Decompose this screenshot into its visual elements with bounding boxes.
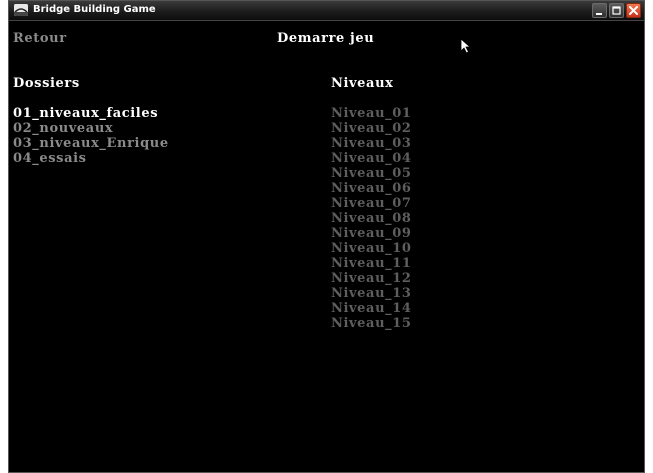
level-item[interactable]: Niveau_14 — [331, 301, 412, 316]
minimize-icon — [596, 13, 602, 15]
maximize-button[interactable] — [609, 3, 624, 18]
back-button[interactable]: Retour — [13, 31, 67, 46]
level-item[interactable]: Niveau_02 — [331, 121, 412, 136]
minimize-button[interactable] — [592, 3, 607, 18]
mouse-pointer-icon — [460, 38, 472, 54]
level-item[interactable]: Niveau_11 — [331, 256, 412, 271]
level-item[interactable]: Niveau_10 — [331, 241, 412, 256]
level-item[interactable]: Niveau_08 — [331, 211, 412, 226]
level-list: Niveau_01 Niveau_02 Niveau_03 Niveau_04 … — [331, 106, 412, 331]
folder-item[interactable]: 04_essais — [13, 151, 169, 166]
level-item[interactable]: Niveau_04 — [331, 151, 412, 166]
level-item[interactable]: Niveau_03 — [331, 136, 412, 151]
close-icon — [629, 6, 638, 15]
level-item[interactable]: Niveau_13 — [331, 286, 412, 301]
window-controls — [592, 3, 641, 18]
level-item[interactable]: Niveau_15 — [331, 316, 412, 331]
level-item[interactable]: Niveau_06 — [331, 181, 412, 196]
folder-item[interactable]: 02_nouveaux — [13, 121, 169, 136]
start-game-button[interactable]: Demarre jeu — [277, 31, 374, 46]
level-item[interactable]: Niveau_07 — [331, 196, 412, 211]
level-item[interactable]: Niveau_09 — [331, 226, 412, 241]
close-button[interactable] — [626, 3, 641, 18]
level-item[interactable]: Niveau_01 — [331, 106, 412, 121]
window-title: Bridge Building Game — [33, 4, 156, 15]
level-item[interactable]: Niveau_05 — [331, 166, 412, 181]
game-window: Bridge Building Game Retour Demarre jeu … — [8, 0, 645, 473]
level-item[interactable]: Niveau_12 — [331, 271, 412, 286]
folder-item[interactable]: 03_niveaux_Enrique — [13, 136, 169, 151]
levels-heading: Niveaux — [331, 76, 394, 91]
title-bar[interactable]: Bridge Building Game — [9, 1, 644, 21]
bridge-app-icon — [14, 4, 28, 16]
folders-heading: Dossiers — [13, 76, 80, 91]
folder-list: 01_niveaux_faciles 02_nouveaux 03_niveau… — [13, 106, 169, 166]
maximize-icon — [612, 6, 621, 15]
folder-item[interactable]: 01_niveaux_faciles — [13, 106, 169, 121]
game-area: Retour Demarre jeu Dossiers Niveaux 01_n… — [9, 21, 644, 472]
